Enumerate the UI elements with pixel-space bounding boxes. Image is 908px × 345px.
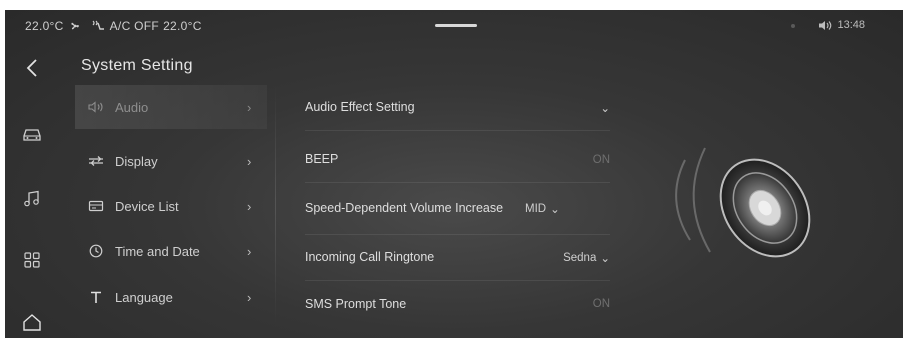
- status-dot: [791, 24, 795, 28]
- menu-item-label: Time and Date: [115, 243, 200, 259]
- setting-value[interactable]: ⌄: [600, 101, 610, 115]
- chevron-down-icon: ⌄: [550, 203, 560, 216]
- fan-icon: [71, 22, 79, 30]
- device-icon: [85, 200, 107, 212]
- setting-label: SMS Prompt Tone: [305, 296, 407, 311]
- page-title: System Setting: [81, 57, 193, 74]
- menu-item-label: Audio: [115, 99, 149, 115]
- menu-item-audio[interactable]: Audio ›: [75, 85, 267, 129]
- left-temperature: 22.0°C: [25, 19, 64, 33]
- menu-item-label: Device List: [115, 198, 179, 214]
- back-arrow-icon[interactable]: [20, 56, 44, 80]
- setting-value-text: MID: [525, 202, 547, 215]
- setting-label: Speed-Dependent Volume Increase: [305, 201, 504, 215]
- music-icon[interactable]: [20, 187, 44, 211]
- infotainment-screen: 22.0°C A/C OFF 22.0°C 13:48 System Setti…: [5, 10, 903, 338]
- setting-label: BEEP: [305, 152, 339, 166]
- home-icon[interactable]: [20, 310, 44, 334]
- setting-value-text: Sedna: [563, 251, 597, 264]
- chevron-right-icon: ›: [247, 198, 252, 214]
- chevron-right-icon: ›: [247, 289, 252, 305]
- setting-value[interactable]: ON: [593, 298, 610, 310]
- setting-beep[interactable]: BEEP ON: [305, 137, 610, 183]
- setting-audio-effect[interactable]: Audio Effect Setting ⌄: [305, 85, 610, 131]
- pull-down-handle[interactable]: [435, 24, 477, 27]
- panel-divider: [275, 85, 276, 325]
- car-icon[interactable]: [20, 123, 44, 147]
- menu-item-label: Display: [115, 153, 158, 169]
- setting-value[interactable]: Sedna ⌄: [563, 251, 610, 265]
- menu-item-device-list[interactable]: Device List ›: [75, 184, 267, 228]
- clock-icon: [85, 244, 107, 258]
- status-right: 13:48: [818, 19, 865, 31]
- apps-grid-icon[interactable]: [20, 248, 44, 272]
- speaker-volume-icon: [819, 20, 832, 30]
- setting-label: Incoming Call Ringtone: [305, 250, 435, 264]
- chevron-right-icon: ›: [247, 99, 252, 115]
- right-temperature: 22.0°C: [163, 19, 202, 33]
- speaker-illustration-icon: [675, 147, 811, 258]
- chevron-down-icon: ⌄: [600, 252, 610, 265]
- chevron-down-icon: ⌄: [600, 102, 610, 115]
- text-t-icon: [85, 291, 107, 304]
- ac-status: A/C OFF: [109, 19, 160, 33]
- speaker-icon: [85, 101, 107, 113]
- menu-item-language[interactable]: Language ›: [75, 275, 267, 319]
- menu-item-time-and-date[interactable]: Time and Date ›: [75, 229, 267, 273]
- menu-item-display[interactable]: Display ›: [75, 139, 267, 183]
- side-rail: [5, 40, 61, 338]
- chevron-right-icon: ›: [247, 243, 252, 259]
- menu-item-label: Language: [115, 289, 173, 305]
- setting-value[interactable]: MID ⌄: [525, 202, 560, 216]
- clock-time: 13:48: [837, 19, 865, 31]
- setting-value[interactable]: ON: [593, 154, 610, 166]
- setting-speed-dependent-volume[interactable]: Speed-Dependent Volume Increase MID ⌄: [305, 183, 610, 235]
- setting-sms-prompt-tone[interactable]: SMS Prompt Tone ON: [305, 281, 610, 327]
- sliders-icon: [85, 155, 107, 167]
- setting-label: Audio Effect Setting: [305, 100, 415, 114]
- climate-status[interactable]: 22.0°C A/C OFF 22.0°C: [25, 19, 202, 33]
- status-bar: 22.0°C A/C OFF 22.0°C 13:48: [5, 10, 903, 40]
- setting-incoming-call-ringtone[interactable]: Incoming Call Ringtone Sedna ⌄: [305, 235, 610, 281]
- chevron-right-icon: ›: [247, 153, 252, 169]
- seat-heat-icon: [92, 20, 104, 30]
